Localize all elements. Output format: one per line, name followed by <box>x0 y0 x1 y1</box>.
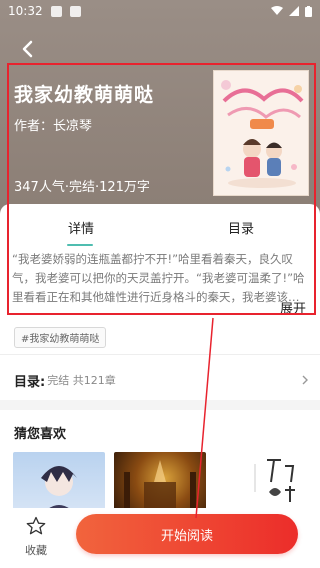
status-right-icons <box>271 5 312 17</box>
book-cover <box>213 70 309 196</box>
notification-icon <box>69 5 81 17</box>
wifi-icon <box>271 6 283 15</box>
back-arrow-icon <box>22 40 33 58</box>
favorite-button[interactable]: 收藏 <box>20 516 52 560</box>
active-tab-indicator <box>67 244 93 246</box>
expand-button[interactable]: 展开 <box>280 298 306 317</box>
divider <box>0 354 320 355</box>
favorite-label: 收藏 <box>25 544 47 557</box>
detail-tabs-card: 详情 目录 “我老婆娇弱的连瓶盖都拧不开!”哈里看着秦天，良久叹气，我老婆可以把… <box>0 204 320 322</box>
start-reading-button[interactable]: 开始阅读 <box>76 514 298 554</box>
catalog-row[interactable]: 目录: 完结 共121章 <box>14 370 310 390</box>
star-icon <box>26 516 46 535</box>
tab-details[interactable]: 详情 <box>68 218 94 237</box>
book-tag[interactable]: #我家幼教萌萌哒 <box>14 327 107 348</box>
battery-icon <box>305 5 312 17</box>
back-button[interactable] <box>14 36 40 62</box>
book-author: 作者：长凉琴 <box>14 119 93 134</box>
cover-illustration <box>214 71 308 195</box>
chevron-right-icon <box>302 375 308 385</box>
catalog-status: 完结 共121章 <box>47 374 116 387</box>
book-synopsis: “我老婆娇弱的连瓶盖都拧不开!”哈里看着秦天，良久叹气，我老婆可以把你的天灵盖拧… <box>12 252 305 304</box>
signal-icon <box>289 6 299 16</box>
book-title: 我家幼教萌萌哒 <box>14 84 155 106</box>
status-time: 10:32 <box>8 4 43 18</box>
bottom-action-bar: 收藏 开始阅读 <box>0 508 320 568</box>
status-bar: 10:32 <box>0 0 320 22</box>
notification-icon <box>50 5 62 17</box>
catalog-label: 目录: <box>14 374 46 390</box>
recommend-title: 猜您喜欢 <box>14 427 67 442</box>
tab-catalog[interactable]: 目录 <box>228 218 254 237</box>
book-stats: 347人气·完结·121万字 <box>14 180 150 195</box>
section-separator <box>0 400 320 410</box>
